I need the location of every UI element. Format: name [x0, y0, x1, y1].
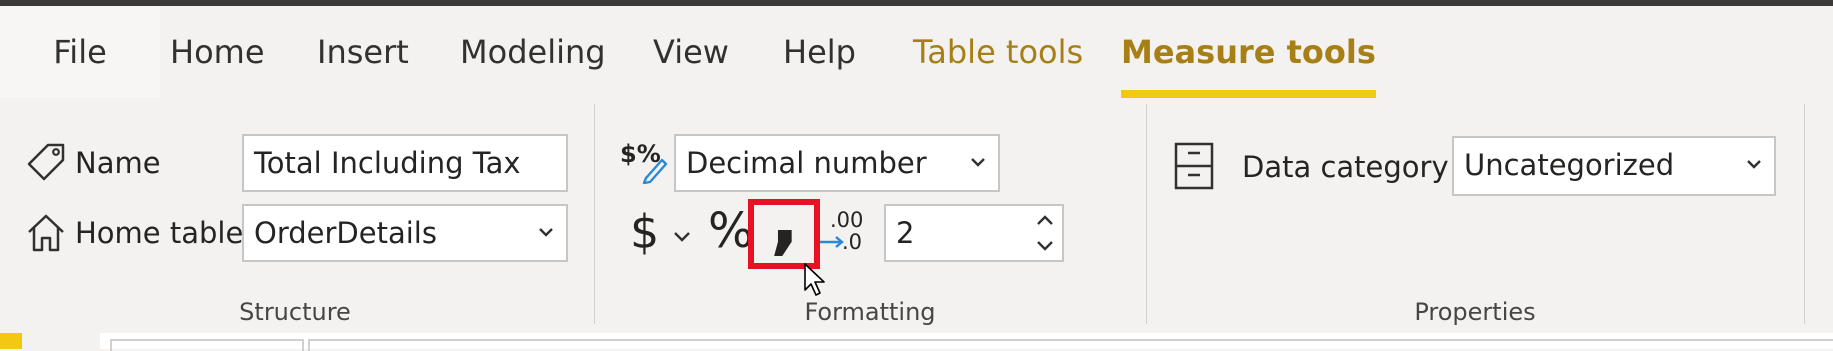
- decimal-arrow-icon[interactable]: .00 .0: [818, 208, 868, 258]
- data-category-value: Uncategorized: [1464, 148, 1675, 182]
- page-indicator: [0, 333, 22, 349]
- tab-table-tools[interactable]: Table tools: [913, 6, 1083, 98]
- properties-group-label: Properties: [1414, 298, 1536, 326]
- name-label: Name: [75, 146, 161, 180]
- cabinet-icon: [1174, 142, 1214, 190]
- formula-bar-input[interactable]: [308, 339, 1833, 351]
- spin-down-icon[interactable]: [1036, 240, 1054, 252]
- home-table-label: Home table: [75, 216, 244, 250]
- tab-home[interactable]: Home: [170, 6, 265, 98]
- data-category-label: Data category: [1242, 150, 1449, 184]
- formula-bar-strip: [0, 333, 1833, 351]
- tab-insert[interactable]: Insert: [317, 6, 409, 98]
- chevron-down-icon[interactable]: [673, 230, 691, 244]
- group-separator: [1146, 104, 1147, 324]
- group-separator: [594, 104, 595, 324]
- home-icon: [28, 214, 64, 252]
- tab-modeling[interactable]: Modeling: [460, 6, 606, 98]
- ribbon-tabs: File Home Insert Modeling View Help Tabl…: [0, 6, 1833, 98]
- decimal-places-spinner[interactable]: 2: [884, 204, 1064, 262]
- active-tab-underline: [1121, 90, 1376, 98]
- chevron-down-icon: [1747, 160, 1761, 169]
- chevron-down-icon: [539, 228, 553, 237]
- tag-icon: [27, 143, 65, 181]
- tab-measure-tools[interactable]: Measure tools: [1121, 6, 1376, 98]
- tab-view[interactable]: View: [653, 6, 729, 98]
- group-separator: [1804, 104, 1805, 324]
- comma-button-highlight: [748, 199, 820, 269]
- name-field[interactable]: Total Including Tax: [242, 134, 568, 192]
- format-select[interactable]: Decimal number: [674, 134, 1000, 192]
- home-table-value: OrderDetails: [254, 216, 437, 250]
- mouse-cursor-icon: [804, 263, 825, 296]
- data-category-select[interactable]: Uncategorized: [1452, 136, 1776, 196]
- structure-group-label: Structure: [239, 298, 351, 326]
- currency-format-icon: $%: [620, 140, 668, 184]
- tab-help[interactable]: Help: [783, 6, 856, 98]
- name-field-value: Total Including Tax: [254, 146, 521, 180]
- spin-up-icon[interactable]: [1036, 214, 1054, 226]
- formula-bar-name-box[interactable]: [110, 339, 304, 351]
- decimal-places-value: 2: [896, 216, 915, 250]
- percent-icon[interactable]: %: [708, 203, 754, 259]
- format-value: Decimal number: [686, 146, 927, 180]
- tab-file[interactable]: File: [0, 6, 160, 98]
- dollar-icon[interactable]: $: [630, 205, 659, 259]
- formatting-group-label: Formatting: [804, 298, 936, 326]
- home-table-select[interactable]: OrderDetails: [242, 204, 568, 262]
- chevron-down-icon: [971, 158, 985, 167]
